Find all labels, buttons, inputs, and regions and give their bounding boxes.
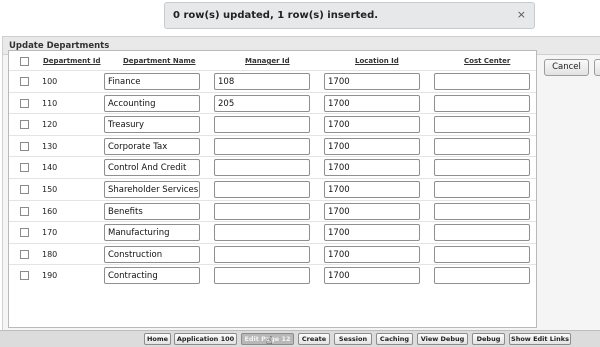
location-id-field[interactable]: 1700 xyxy=(324,94,420,112)
developer-toolbar: Home Application 100 Edit Page 12 Create… xyxy=(0,330,600,347)
manager-id-field[interactable] xyxy=(214,267,310,285)
row-select-checkbox[interactable] xyxy=(20,271,29,281)
cost-center-field[interactable] xyxy=(434,137,530,155)
row-select-checkbox[interactable] xyxy=(20,141,29,151)
home-button[interactable]: Home xyxy=(144,333,171,345)
department-id-cell: 170 xyxy=(42,228,58,238)
table-row: 100 Finance 108 1700 xyxy=(9,70,536,92)
create-button[interactable]: Create xyxy=(298,333,330,345)
department-name-field[interactable]: Control And Credit xyxy=(104,159,200,177)
department-name-field[interactable]: Benefits xyxy=(104,202,200,220)
department-id-cell: 190 xyxy=(42,271,58,281)
row-select-checkbox[interactable] xyxy=(20,249,29,259)
close-icon[interactable]: × xyxy=(517,8,526,21)
manager-id-field[interactable] xyxy=(214,181,310,198)
department-id-cell: 110 xyxy=(42,98,58,108)
row-select-checkbox[interactable] xyxy=(20,163,29,173)
debug-button[interactable]: Debug xyxy=(472,333,505,345)
department-id-cell: 120 xyxy=(42,120,58,130)
department-name-field[interactable]: Corporate Tax xyxy=(104,137,200,155)
manager-id-field[interactable] xyxy=(214,245,310,263)
show-edit-links-button[interactable]: Show Edit Links xyxy=(509,333,571,345)
department-id-cell: 180 xyxy=(42,249,58,259)
cost-center-field[interactable] xyxy=(434,181,530,198)
hand-cursor-icon: ☝ xyxy=(266,334,273,347)
cancel-button[interactable]: Cancel xyxy=(544,59,589,76)
department-id-cell: 160 xyxy=(42,206,58,216)
row-select-checkbox[interactable] xyxy=(20,206,29,216)
row-select-checkbox[interactable] xyxy=(20,228,29,238)
location-id-field[interactable]: 1700 xyxy=(324,181,420,198)
cost-center-field[interactable] xyxy=(434,267,530,285)
cost-center-field[interactable] xyxy=(434,116,530,134)
department-name-field[interactable]: Accounting xyxy=(104,94,200,112)
manager-id-field[interactable] xyxy=(214,224,310,242)
application-button[interactable]: Application 100 xyxy=(174,333,237,345)
department-name-field[interactable]: Contracting xyxy=(104,267,200,285)
department-name-field[interactable]: Manufacturing xyxy=(104,224,200,242)
row-select-checkbox[interactable] xyxy=(20,98,29,108)
view-debug-button[interactable]: View Debug xyxy=(417,333,468,345)
department-id-cell: 100 xyxy=(42,77,58,86)
table-row: 190 Contracting 1700 xyxy=(9,264,536,286)
department-id-cell: 130 xyxy=(42,141,58,151)
table-row: 180 Construction 1700 xyxy=(9,242,536,265)
table-header: Department Id Department Name Manager Id… xyxy=(9,51,536,71)
department-name-field[interactable]: Finance xyxy=(104,73,200,90)
partial-button[interactable] xyxy=(594,59,600,76)
table-row: 110 Accounting 205 1700 xyxy=(9,91,536,114)
table-row: 130 Corporate Tax 1700 xyxy=(9,134,536,157)
location-id-field[interactable]: 1700 xyxy=(324,245,420,263)
header-cost-center[interactable]: Cost Center xyxy=(464,57,510,65)
department-id-cell: 140 xyxy=(42,163,58,173)
department-name-field[interactable]: Construction xyxy=(104,245,200,263)
location-id-field[interactable]: 1700 xyxy=(324,267,420,285)
location-id-field[interactable]: 1700 xyxy=(324,116,420,134)
caching-button[interactable]: Caching xyxy=(376,333,413,345)
header-manager-id[interactable]: Manager Id xyxy=(245,57,290,65)
table-row: 120 Treasury 1700 xyxy=(9,113,536,135)
table-row: 170 Manufacturing 1700 xyxy=(9,221,536,243)
manager-id-field[interactable]: 108 xyxy=(214,73,310,90)
cost-center-field[interactable] xyxy=(434,94,530,112)
header-department-id[interactable]: Department Id xyxy=(43,57,101,65)
location-id-field[interactable]: 1700 xyxy=(324,159,420,177)
header-department-name[interactable]: Department Name xyxy=(123,57,196,65)
table-row: 160 Benefits 1700 xyxy=(9,199,536,222)
department-name-field[interactable]: Shareholder Services xyxy=(104,181,200,198)
department-name-field[interactable]: Treasury xyxy=(104,116,200,134)
cost-center-field[interactable] xyxy=(434,202,530,220)
cost-center-field[interactable] xyxy=(434,224,530,242)
table-row: 150 Shareholder Services 1700 xyxy=(9,178,536,200)
success-notification: 0 row(s) updated, 1 row(s) inserted. × xyxy=(164,2,535,29)
location-id-field[interactable]: 1700 xyxy=(324,224,420,242)
row-select-checkbox[interactable] xyxy=(20,185,29,194)
select-all-checkbox[interactable] xyxy=(20,57,29,66)
header-location-id[interactable]: Location Id xyxy=(355,57,399,65)
manager-id-field[interactable] xyxy=(214,137,310,155)
manager-id-field[interactable] xyxy=(214,116,310,134)
manager-id-field[interactable]: 205 xyxy=(214,94,310,112)
table-row: 140 Control And Credit 1700 xyxy=(9,156,536,178)
row-select-checkbox[interactable] xyxy=(20,120,29,130)
manager-id-field[interactable] xyxy=(214,159,310,177)
notification-message: 0 row(s) updated, 1 row(s) inserted. xyxy=(173,10,379,21)
cost-center-field[interactable] xyxy=(434,159,530,177)
row-select-checkbox[interactable] xyxy=(20,77,29,86)
location-id-field[interactable]: 1700 xyxy=(324,73,420,90)
location-id-field[interactable]: 1700 xyxy=(324,202,420,220)
departments-tabular-form: Department Id Department Name Manager Id… xyxy=(8,50,537,328)
manager-id-field[interactable] xyxy=(214,202,310,220)
cost-center-field[interactable] xyxy=(434,73,530,90)
cost-center-field[interactable] xyxy=(434,245,530,263)
location-id-field[interactable]: 1700 xyxy=(324,137,420,155)
department-id-cell: 150 xyxy=(42,185,58,194)
session-button[interactable]: Session xyxy=(334,333,372,345)
